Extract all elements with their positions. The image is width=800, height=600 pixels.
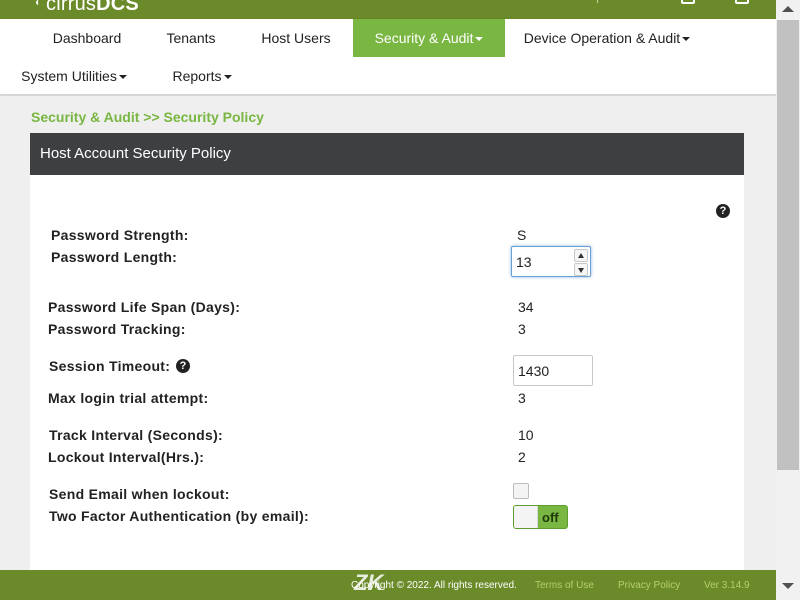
- max-login-trial-value: 3: [518, 390, 526, 406]
- main-navigation: Dashboard Tenants Host Users Security & …: [0, 19, 776, 95]
- password-life-span-label: Password Life Span (Days):: [48, 299, 241, 315]
- password-strength-label: Password Strength:: [51, 227, 189, 243]
- session-timeout-input[interactable]: [518, 362, 588, 380]
- nav-system-utilities-label: System Utilities: [21, 68, 117, 84]
- stepper-down-button[interactable]: [574, 263, 588, 276]
- lockout-interval-label: Lockout Interval(Hrs.):: [48, 449, 205, 465]
- password-life-span-value: 34: [518, 299, 534, 315]
- session-timeout-field[interactable]: [513, 355, 593, 386]
- two-factor-auth-toggle[interactable]: off: [513, 505, 568, 529]
- question-circle-icon[interactable]: ?: [176, 359, 190, 373]
- nav-tenants[interactable]: Tenants: [152, 19, 230, 57]
- privacy-policy-link[interactable]: Privacy Policy: [618, 580, 680, 591]
- nav-reports-label: Reports: [172, 68, 222, 84]
- nav-device-operation-audit[interactable]: Device Operation & Audit: [522, 19, 692, 57]
- scroll-up-arrow-icon[interactable]: [782, 6, 794, 12]
- toggle-state-text: off: [542, 510, 559, 525]
- toggle-knob: [514, 506, 538, 528]
- nav-security-audit-label: Security & Audit: [374, 30, 474, 46]
- nav-reports[interactable]: Reports: [166, 57, 238, 95]
- nav-device-operation-audit-label: Device Operation & Audit: [523, 30, 681, 46]
- chevron-down-icon: [223, 75, 232, 80]
- chevron-down-icon: [682, 37, 691, 42]
- track-interval-value: 10: [518, 427, 534, 443]
- version-text: Ver 3.14.9: [704, 580, 750, 591]
- password-length-input[interactable]: [516, 253, 571, 271]
- brand-logo-mark: [36, 0, 42, 5]
- top-bar: cirrusDCS: [0, 0, 776, 19]
- chevron-down-icon: [118, 75, 127, 80]
- brand-name-bold: DCS: [96, 0, 139, 15]
- send-email-lockout-checkbox[interactable]: [513, 483, 529, 499]
- password-length-stepper[interactable]: [511, 246, 591, 277]
- lockout-interval-value: 2: [518, 449, 526, 465]
- chevron-down-icon: [475, 37, 484, 42]
- nav-system-utilities[interactable]: System Utilities: [18, 57, 130, 95]
- question-circle-icon[interactable]: ?: [716, 204, 730, 218]
- panel-title: Host Account Security Policy: [40, 145, 231, 162]
- nav-security-audit[interactable]: Security & Audit: [353, 19, 505, 57]
- send-email-lockout-label: Send Email when lockout:: [49, 486, 230, 502]
- password-tracking-value: 3: [518, 321, 526, 337]
- scroll-thumb[interactable]: [777, 20, 799, 470]
- top-bar-divider: [597, 0, 598, 3]
- panel-header: Host Account Security Policy: [30, 133, 744, 175]
- password-length-label: Password Length:: [51, 249, 178, 265]
- password-tracking-label: Password Tracking:: [48, 321, 186, 337]
- terms-of-use-link[interactable]: Terms of Use: [535, 580, 594, 591]
- brand-logo[interactable]: cirrusDCS: [46, 0, 139, 16]
- password-strength-value: S: [517, 227, 527, 243]
- max-login-trial-label: Max login trial attempt:: [48, 390, 209, 406]
- two-factor-auth-label: Two Factor Authentication (by email):: [49, 508, 309, 524]
- nav-dashboard-label: Dashboard: [52, 30, 122, 46]
- nav-tenants-label: Tenants: [166, 30, 216, 46]
- brand-name-light: cirrus: [46, 0, 97, 15]
- logout-icon[interactable]: [735, 0, 749, 4]
- nav-dashboard[interactable]: Dashboard: [30, 19, 144, 57]
- breadcrumb[interactable]: Security & Audit >> Security Policy: [31, 109, 264, 125]
- nav-host-users-label: Host Users: [261, 30, 331, 46]
- caret-down-icon: [578, 268, 584, 273]
- vertical-scrollbar[interactable]: [776, 0, 800, 600]
- caret-up-icon: [578, 253, 584, 258]
- session-timeout-label: Session Timeout:: [49, 358, 171, 374]
- footer-copyright: Copyright © 2022. All rights reserved.: [351, 580, 517, 591]
- nav-host-users[interactable]: Host Users: [252, 19, 340, 57]
- scroll-down-arrow-icon[interactable]: [782, 583, 794, 589]
- stepper-up-button[interactable]: [574, 249, 588, 262]
- footer: ZK Copyright © 2022. All rights reserved…: [0, 570, 776, 600]
- user-icon[interactable]: [681, 0, 695, 4]
- track-interval-label: Track Interval (Seconds):: [49, 427, 224, 443]
